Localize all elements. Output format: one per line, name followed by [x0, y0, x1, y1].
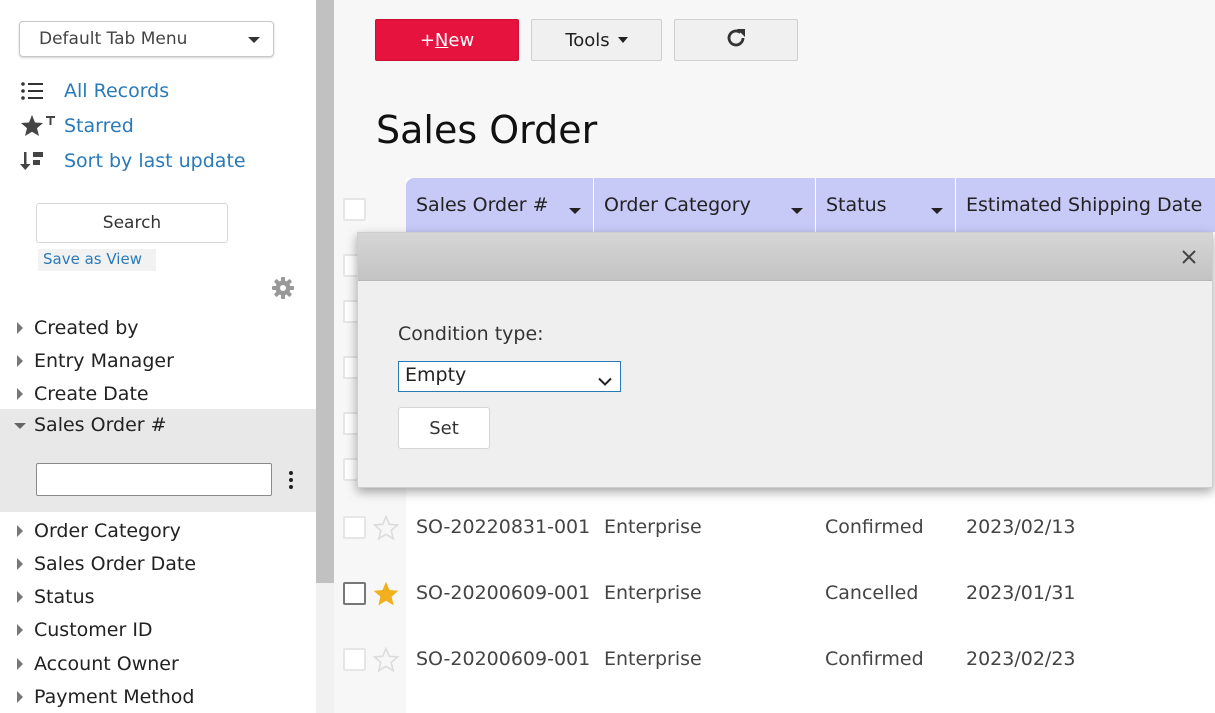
filter-label: Customer ID	[34, 619, 153, 641]
caret-down-icon[interactable]	[569, 208, 581, 214]
cell-shipping-date: 2023/02/23	[966, 648, 1076, 670]
cell-order-category: Enterprise	[604, 516, 702, 538]
tools-label: Tools	[565, 29, 610, 51]
tab-menu-dropdown[interactable]: Default Tab Menu	[19, 21, 274, 57]
save-as-view-link[interactable]: Save as View	[38, 249, 156, 271]
nav-starred-label: Starred	[64, 115, 134, 137]
nav-starred[interactable]: Starred	[20, 112, 134, 140]
expand-arrow-icon	[17, 658, 23, 670]
filter-label: Payment Method	[34, 686, 195, 708]
cell-status: Cancelled	[825, 582, 919, 604]
star-filled-icon[interactable]	[372, 580, 400, 612]
caret-down-icon[interactable]	[931, 208, 943, 214]
page-title: Sales Order	[376, 108, 598, 152]
column-header-status[interactable]: Status	[816, 178, 956, 232]
filter-sales-order-date[interactable]: Sales Order Date	[0, 549, 316, 579]
expand-arrow-icon	[17, 558, 23, 570]
filter-account-owner[interactable]: Account Owner	[0, 649, 316, 679]
column-header-label: Order Category	[604, 194, 751, 216]
expand-arrow-icon	[17, 322, 23, 334]
nav-sort-last-update-label: Sort by last update	[64, 150, 246, 172]
filter-payment-method[interactable]: Payment Method	[0, 682, 316, 712]
expand-arrow-icon	[17, 525, 23, 537]
expand-arrow-icon	[17, 691, 23, 703]
row-checkbox[interactable]	[343, 648, 366, 671]
column-header-estimated-shipping-date[interactable]: Estimated Shipping Date	[956, 178, 1215, 232]
cell-shipping-date: 2023/02/13	[966, 516, 1076, 538]
scrollbar-thumb[interactable]	[316, 0, 334, 583]
select-all-checkbox[interactable]	[343, 198, 366, 221]
filter-label: Entry Manager	[34, 350, 174, 372]
column-header-label: Status	[826, 194, 887, 216]
filter-label[interactable]: Sales Order #	[34, 414, 167, 436]
cell-order-category: Enterprise	[604, 582, 702, 604]
new-prefix: +	[419, 29, 435, 51]
filter-label: Sales Order Date	[34, 553, 197, 575]
refresh-icon	[724, 26, 748, 54]
caret-down-icon	[248, 37, 260, 43]
expand-arrow-icon	[17, 355, 23, 367]
table-header: Sales Order # Order Category Status Esti…	[406, 178, 1215, 232]
sidebar: Default Tab Menu All Records Starred Sor…	[0, 0, 316, 713]
tools-button[interactable]: Tools	[531, 19, 662, 61]
filter-entry-manager[interactable]: Entry Manager	[0, 346, 316, 376]
cell-order-category: Enterprise	[604, 648, 702, 670]
search-button[interactable]: Search	[36, 203, 228, 243]
row-checkbox[interactable]	[343, 582, 366, 605]
cell-sales-order: SO-20220831-001	[416, 516, 591, 538]
expand-arrow-icon	[17, 624, 23, 636]
caret-down-icon	[617, 37, 628, 43]
new-mnemonic: N	[434, 29, 449, 51]
nav-all-records-label: All Records	[64, 80, 170, 102]
filter-label: Create Date	[34, 383, 149, 405]
condition-type-select[interactable]: Empty	[398, 361, 621, 392]
nav-sort-last-update[interactable]: Sort by last update	[20, 147, 246, 175]
dialog-title-bar[interactable]	[358, 233, 1212, 281]
filter-sales-order-expanded: Sales Order #	[0, 409, 316, 512]
condition-type-label: Condition type:	[398, 323, 544, 345]
list-icon	[20, 81, 64, 101]
star-outline-icon[interactable]	[372, 646, 400, 677]
set-button[interactable]: Set	[398, 407, 490, 449]
gear-icon[interactable]	[272, 277, 294, 303]
filter-create-date[interactable]: Create Date	[0, 379, 316, 409]
filter-label: Status	[34, 586, 95, 608]
new-record-button[interactable]: + New	[375, 19, 519, 61]
cell-sales-order: SO-20200609-001	[416, 648, 591, 670]
filter-created-by[interactable]: Created by	[0, 313, 316, 343]
close-icon[interactable]	[1182, 249, 1196, 268]
column-header-sales-order[interactable]: Sales Order #	[406, 178, 594, 232]
filter-order-category[interactable]: Order Category	[0, 516, 316, 546]
column-header-label: Estimated Shipping Date	[966, 194, 1203, 216]
tab-menu-label: Default Tab Menu	[39, 29, 188, 49]
expand-arrow-icon	[17, 591, 23, 603]
new-rest: ew	[448, 29, 475, 51]
filter-status[interactable]: Status	[0, 582, 316, 612]
cell-status: Confirmed	[825, 516, 924, 538]
more-options-icon[interactable]	[289, 471, 293, 492]
condition-type-value: Empty	[405, 364, 467, 386]
collapse-arrow-icon[interactable]	[14, 423, 26, 429]
caret-down-icon[interactable]	[791, 208, 803, 214]
filter-label: Created by	[34, 317, 139, 339]
nav-all-records[interactable]: All Records	[20, 77, 169, 105]
filter-label: Order Category	[34, 520, 181, 542]
column-header-label: Sales Order #	[416, 194, 549, 216]
star-outline-icon[interactable]	[372, 514, 400, 545]
expand-arrow-icon	[17, 388, 23, 400]
condition-dialog: Condition type: Empty Set	[357, 232, 1213, 488]
cell-sales-order: SO-20200609-001	[416, 582, 591, 604]
cell-shipping-date: 2023/01/31	[966, 582, 1076, 604]
starred-filter-icon	[20, 114, 64, 138]
sidebar-scrollbar[interactable]	[316, 0, 334, 713]
column-header-order-category[interactable]: Order Category	[594, 178, 816, 232]
chevron-down-icon	[598, 370, 612, 392]
filter-customer-id[interactable]: Customer ID	[0, 615, 316, 645]
sales-order-filter-input[interactable]	[36, 463, 272, 496]
filter-label: Account Owner	[34, 653, 179, 675]
row-checkbox[interactable]	[343, 516, 366, 539]
refresh-button[interactable]	[674, 19, 798, 61]
cell-status: Confirmed	[825, 648, 924, 670]
sort-icon	[20, 150, 64, 172]
